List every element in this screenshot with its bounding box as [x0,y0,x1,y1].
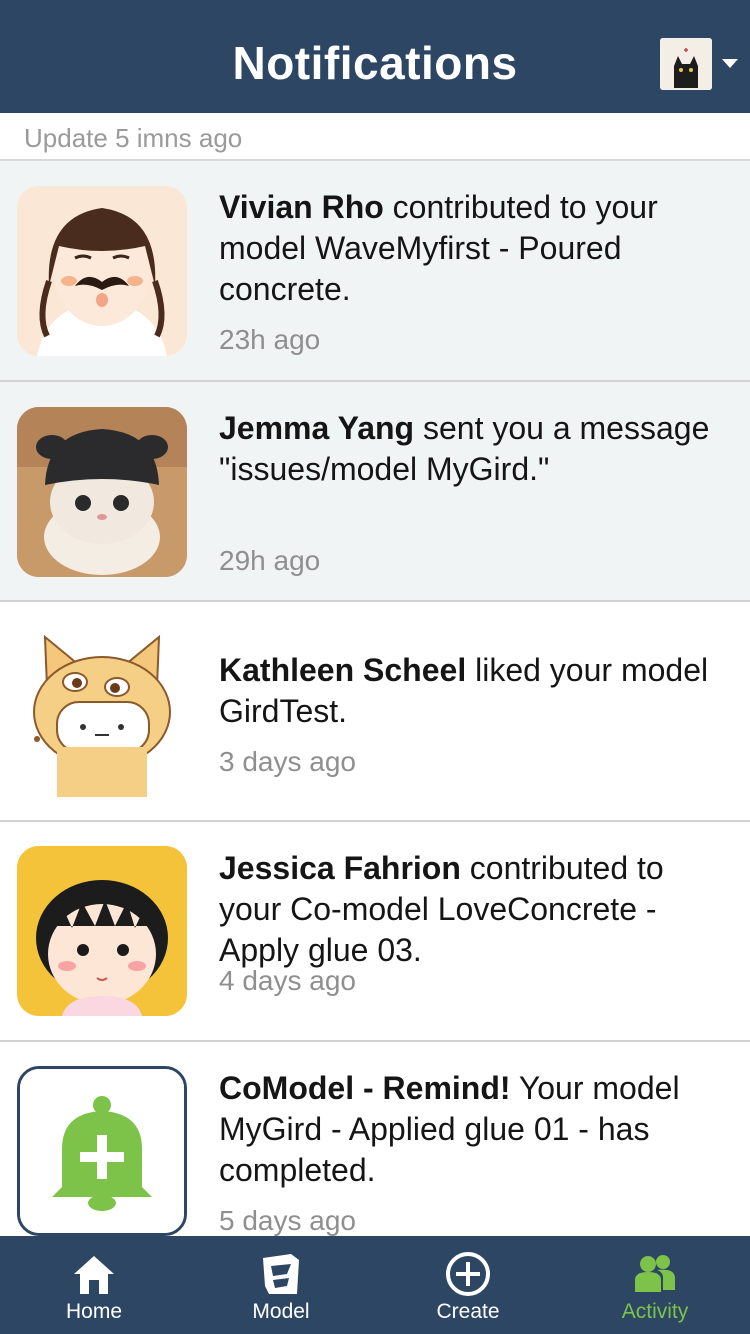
bell-plus-icon [17,1066,187,1236]
notification-item[interactable]: CoModel - Remind! Your model MyGird - Ap… [0,1042,750,1236]
activity-icon [635,1255,675,1292]
shiba-dog-avatar [17,627,187,797]
notification-time: 4 days ago [219,965,356,996]
tab-model[interactable]: Model [206,1236,356,1334]
notification-text: Jemma Yang sent you a message "issues/mo… [219,408,724,490]
cat-in-hat-avatar [17,407,187,577]
page-title: Notifications [232,37,518,89]
notification-item[interactable]: Jemma Yang sent you a message "issues/mo… [0,382,750,602]
notification-item[interactable]: Vivian Rho contributed to your model Wav… [0,161,750,382]
home-icon [74,1256,114,1294]
top-header: Notifications [0,0,750,113]
tab-home-label: Home [65,1300,123,1323]
black-cat-avatar-icon [660,38,712,90]
tab-create-label: Create [436,1300,500,1323]
caret-down-icon[interactable] [722,59,738,68]
notification-text: Jessica Fahrion contributed to your Co-m… [219,848,724,971]
tab-home[interactable]: Home [19,1236,169,1334]
notification-time: 5 days ago [219,1205,356,1236]
notification-time: 3 days ago [219,746,356,777]
notification-time: 23h ago [219,324,321,355]
notification-text: CoModel - Remind! Your model MyGird - Ap… [219,1068,724,1191]
notification-text: Kathleen Scheel liked your model GirdTes… [219,650,724,732]
tab-create[interactable]: Create [393,1236,543,1334]
girl-mustache-avatar [17,186,187,356]
notification-list[interactable]: Vivian Rho contributed to your model Wav… [0,161,750,1236]
notification-sender: Vivian Rho [219,189,384,225]
tab-activity[interactable]: Activity [580,1236,730,1334]
user-avatar[interactable] [660,38,712,90]
update-status-bar: Update 5 imns ago [0,113,750,161]
notification-sender: Jemma Yang [219,410,415,446]
notification-sender: Kathleen Scheel [219,652,467,688]
model-icon [263,1254,299,1294]
notification-item[interactable]: Kathleen Scheel liked your model GirdTes… [0,602,750,822]
update-status-text: Update 5 imns ago [24,123,243,153]
cartoon-girl-avatar [17,846,187,1016]
notification-item[interactable]: Jessica Fahrion contributed to your Co-m… [0,822,750,1042]
notification-sender: CoModel - Remind! [219,1070,511,1106]
bottom-tab-bar: Home Model Create Activity [0,1236,750,1334]
tab-model-label: Model [252,1300,310,1323]
plus-circle-icon [446,1252,490,1296]
notification-sender: Jessica Fahrion [219,850,461,886]
tab-activity-label: Activity [621,1300,689,1323]
notification-text: Vivian Rho contributed to your model Wav… [219,187,724,310]
notification-time: 29h ago [219,545,321,576]
